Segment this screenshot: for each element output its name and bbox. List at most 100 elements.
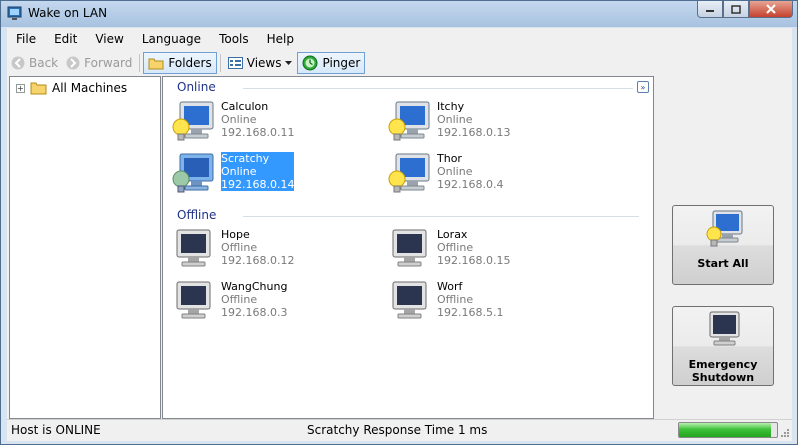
start-all-button[interactable]: Start All <box>672 205 774 285</box>
minimize-button[interactable] <box>697 1 723 18</box>
machine-tree: + All Machines <box>9 76 161 419</box>
machine-item-itchy[interactable]: Itchy Online 192.168.0.13 <box>387 100 587 148</box>
machine-item-scratchy[interactable]: Scratchy Online 192.168.0.14 <box>171 152 371 200</box>
menu-tools[interactable]: Tools <box>210 29 258 49</box>
shutdown-computer-icon <box>709 311 740 346</box>
views-label: Views <box>246 56 282 70</box>
views-button[interactable]: Views <box>224 52 298 74</box>
emergency-label-line2: Shutdown <box>691 371 755 384</box>
machine-ip: 192.168.0.4 <box>437 178 504 191</box>
group-header-online[interactable]: Online <box>177 80 216 94</box>
folders-button[interactable]: Folders <box>143 52 217 74</box>
machine-item-worf[interactable]: Worf Offline 192.168.5.1 <box>387 280 587 328</box>
machine-status: Online <box>221 113 257 126</box>
machine-name: Thor <box>437 152 462 165</box>
client-area: File Edit View Language Tools Help Back … <box>7 28 792 441</box>
machine-ip: 192.168.0.12 <box>221 254 295 267</box>
minimize-icon <box>706 10 714 12</box>
pinger-label: Pinger <box>322 56 361 70</box>
online-computer-icon <box>172 101 214 141</box>
machine-status: Offline <box>437 293 474 306</box>
machine-ip: 192.168.0.14 <box>221 178 295 191</box>
chevron-down-icon <box>285 61 293 65</box>
machine-name: Itchy <box>437 100 465 113</box>
machine-ip: 192.168.0.11 <box>221 126 295 139</box>
host-status-text: Host is ONLINE <box>11 423 101 437</box>
emergency-shutdown-button[interactable]: Emergency Shutdown <box>672 306 774 386</box>
machine-item-calculon[interactable]: Calculon Online 192.168.0.11 <box>171 100 371 148</box>
machine-list-view: Online » Calculon Online 192.168.0.11 It… <box>162 76 654 419</box>
back-arrow-icon <box>11 56 25 70</box>
offline-computer-icon <box>392 229 427 267</box>
offline-computer-icon <box>392 281 427 319</box>
toolbar: Back Forward Folders Views Pinger <box>7 50 792 76</box>
machine-item-lorax[interactable]: Lorax Offline 192.168.0.15 <box>387 228 587 276</box>
offline-computer-icon <box>176 281 211 319</box>
machine-ip: 192.168.5.1 <box>437 306 504 319</box>
toolbar-separator <box>219 54 221 72</box>
machine-name: Hope <box>221 228 250 241</box>
folder-icon <box>30 82 47 95</box>
group-header-offline[interactable]: Offline <box>177 208 216 222</box>
maximize-icon <box>731 4 741 14</box>
machine-item-hope[interactable]: Hope Offline 192.168.0.12 <box>171 228 371 276</box>
machine-item-wangchung[interactable]: WangChung Offline 192.168.0.3 <box>171 280 371 328</box>
forward-button[interactable]: Forward <box>62 52 136 74</box>
views-icon <box>227 57 243 69</box>
folders-label: Folders <box>168 56 212 70</box>
machine-status: Online <box>437 165 473 178</box>
toolbar-separator <box>139 54 141 72</box>
pinger-button[interactable]: Pinger <box>297 52 366 74</box>
ping-progress-bar <box>678 422 778 438</box>
maximize-button[interactable] <box>723 1 749 18</box>
start-computer-icon <box>706 210 743 247</box>
tree-item-all-machines[interactable]: + All Machines <box>16 80 127 96</box>
machine-status: Offline <box>221 293 258 306</box>
collapse-groups-button[interactable]: » <box>637 81 649 93</box>
machine-status: Offline <box>221 241 258 254</box>
close-icon <box>766 4 776 14</box>
app-icon <box>7 6 22 20</box>
back-label: Back <box>29 56 59 70</box>
menu-view[interactable]: View <box>86 29 132 49</box>
machine-name: Lorax <box>437 228 468 241</box>
pinger-clock-icon <box>302 55 318 71</box>
close-button[interactable] <box>749 1 793 18</box>
start-all-label: Start All <box>697 257 749 270</box>
online-computer-icon <box>388 101 430 141</box>
machine-ip: 192.168.0.13 <box>437 126 511 139</box>
forward-label: Forward <box>84 56 133 70</box>
progress-fill <box>679 423 772 437</box>
menu-help[interactable]: Help <box>258 29 303 49</box>
forward-arrow-icon <box>66 56 80 70</box>
expand-icon[interactable]: + <box>16 83 25 93</box>
app-window: Wake on LAN File Edit View Language Tool… <box>0 0 798 445</box>
machine-status: Online <box>221 165 295 178</box>
response-time-text: Scratchy Response Time 1 ms <box>307 423 488 437</box>
offline-computer-icon <box>176 229 211 267</box>
menu-language[interactable]: Language <box>133 29 210 49</box>
group-divider <box>243 88 633 89</box>
machine-name: Scratchy <box>221 152 295 165</box>
tree-item-label: All Machines <box>52 81 128 95</box>
online-computer-icon <box>172 153 214 193</box>
resize-grip-icon[interactable] <box>780 428 790 438</box>
machine-item-thor[interactable]: Thor Online 192.168.0.4 <box>387 152 587 200</box>
machine-name: WangChung <box>221 280 288 293</box>
menu-bar: File Edit View Language Tools Help <box>7 28 792 49</box>
menu-file[interactable]: File <box>7 29 45 49</box>
status-bar: Host is ONLINE Scratchy Response Time 1 … <box>7 419 792 442</box>
machine-status: Online <box>437 113 473 126</box>
back-button[interactable]: Back <box>7 52 62 74</box>
title-bar[interactable]: Wake on LAN <box>1 1 797 27</box>
menu-edit[interactable]: Edit <box>45 29 86 49</box>
machine-ip: 192.168.0.3 <box>221 306 288 319</box>
group-divider <box>243 216 639 217</box>
emergency-label-line1: Emergency <box>688 358 758 371</box>
window-title: Wake on LAN <box>28 6 108 20</box>
action-panel: Start All Emergency Shutdown <box>657 76 792 417</box>
online-computer-icon <box>388 153 430 193</box>
machine-name: Worf <box>437 280 463 293</box>
machine-ip: 192.168.0.15 <box>437 254 511 267</box>
folder-icon <box>148 58 164 69</box>
